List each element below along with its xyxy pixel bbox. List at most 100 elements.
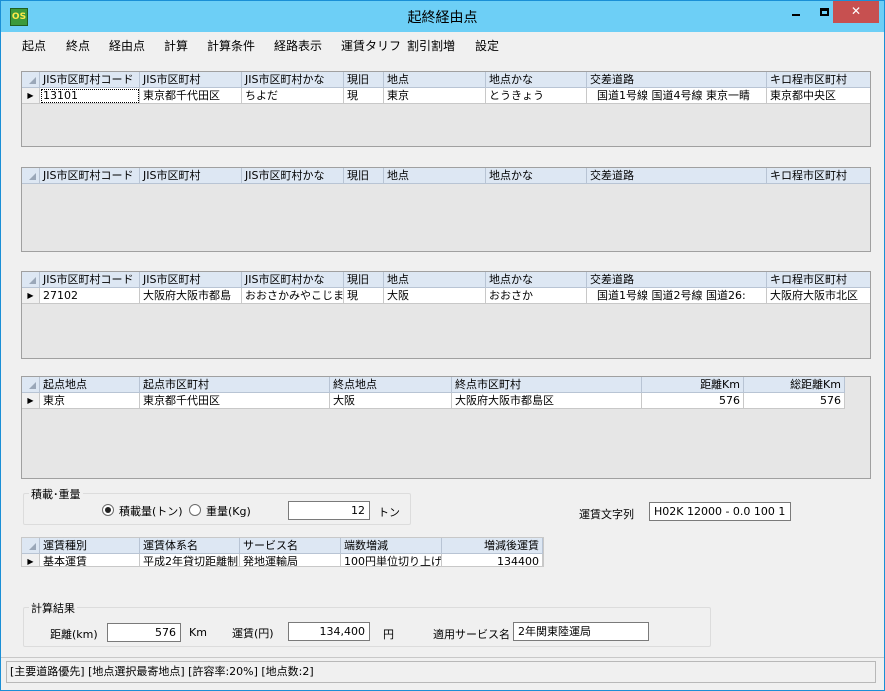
grid-corner: [22, 272, 40, 288]
col-end-municipality[interactable]: 終点市区町村: [452, 377, 642, 393]
cell-end-point[interactable]: 大阪: [330, 393, 452, 409]
col-jis-municipality[interactable]: JIS市区町村: [140, 72, 242, 88]
cell-jis-municipality[interactable]: 大阪府大阪市都島: [140, 288, 242, 304]
cell-point-kana[interactable]: とうきょう: [486, 88, 587, 104]
title-bar[interactable]: OS 起終経由点 ✕: [1, 1, 884, 32]
cell-service-name[interactable]: 発地運輸局: [240, 554, 341, 566]
cell-jis-kana[interactable]: ちよだ: [242, 88, 344, 104]
col-cross-road[interactable]: 交差道路: [587, 168, 767, 184]
cell-jis-municipality[interactable]: 東京都千代田区: [140, 88, 242, 104]
fare-grid[interactable]: 運賃種別 運賃体系名 サービス名 端数増減 増減後運賃 ▶ 基本運賃 平成2年貸…: [21, 537, 544, 567]
cell-point-kana[interactable]: おおさか: [486, 288, 587, 304]
weight-radio[interactable]: [189, 504, 201, 516]
cell-fare-type[interactable]: 基本運賃: [40, 554, 140, 566]
start-point-grid[interactable]: JIS市区町村コード JIS市区町村 JIS市区町村かな 現旧 地点 地点かな …: [21, 71, 871, 147]
col-jis-kana[interactable]: JIS市区町村かな: [242, 72, 344, 88]
col-current-old[interactable]: 現旧: [344, 72, 384, 88]
table-row[interactable]: ▶ 東京 東京都千代田区 大阪 大阪府大阪市都島区 576 576: [22, 393, 845, 409]
col-km-municipality[interactable]: キロ程市区町村: [767, 272, 870, 288]
distance-unit-label: Km: [189, 626, 207, 639]
cell-total-distance[interactable]: 576: [744, 393, 845, 409]
row-selector-icon[interactable]: ▶: [22, 288, 40, 304]
menu-route-display[interactable]: 経路表示: [274, 37, 322, 54]
col-total-distance[interactable]: 総距離Km: [744, 377, 845, 393]
cell-distance[interactable]: 576: [642, 393, 744, 409]
end-point-grid[interactable]: JIS市区町村コード JIS市区町村 JIS市区町村かな 現旧 地点 地点かな …: [21, 271, 871, 359]
col-jis-code[interactable]: JIS市区町村コード: [40, 168, 140, 184]
col-current-old[interactable]: 現旧: [344, 168, 384, 184]
cell-point[interactable]: 東京: [384, 88, 486, 104]
col-service-name[interactable]: サービス名: [240, 538, 341, 554]
route-grid[interactable]: 起点地点 起点市区町村 終点地点 終点市区町村 距離Km 総距離Km ▶ 東京 …: [21, 376, 871, 479]
load-value-input[interactable]: 12: [288, 501, 370, 520]
menu-start-point[interactable]: 起点: [22, 37, 46, 54]
table-row[interactable]: ▶ 13101 東京都千代田区 ちよだ 現 東京 とうきょう 国道1号線 国道4…: [22, 88, 870, 104]
table-row[interactable]: ▶ 27102 大阪府大阪市都島 おおさかみやこじま 現 大阪 おおさか 国道1…: [22, 288, 870, 304]
cell-start-municipality[interactable]: 東京都千代田区: [140, 393, 330, 409]
col-start-point[interactable]: 起点地点: [40, 377, 140, 393]
distance-output[interactable]: 576: [107, 623, 181, 642]
service-name-output[interactable]: 2年関東陸運局: [513, 622, 649, 641]
col-fare-system[interactable]: 運賃体系名: [140, 538, 240, 554]
col-current-old[interactable]: 現旧: [344, 272, 384, 288]
col-km-municipality[interactable]: キロ程市区町村: [767, 168, 870, 184]
col-jis-municipality[interactable]: JIS市区町村: [140, 168, 242, 184]
fare-string-input[interactable]: H02K 12000 - 0.0 100 1: [649, 502, 791, 521]
col-point[interactable]: 地点: [384, 72, 486, 88]
minimize-button[interactable]: [781, 1, 811, 23]
col-rounding[interactable]: 端数増減: [341, 538, 442, 554]
fare-output[interactable]: 134,400: [288, 622, 370, 641]
cell-jis-kana[interactable]: おおさかみやこじま: [242, 288, 344, 304]
row-selector-icon[interactable]: ▶: [22, 393, 40, 409]
cell-fare-system[interactable]: 平成2年貸切距離制: [140, 554, 240, 566]
cell-point[interactable]: 大阪: [384, 288, 486, 304]
menu-fare-tariff[interactable]: 運賃タリフ: [341, 37, 401, 54]
menu-discount-surcharge[interactable]: 割引割増: [407, 37, 455, 54]
menu-calculate[interactable]: 計算: [164, 37, 188, 54]
menu-settings[interactable]: 設定: [475, 37, 499, 54]
cell-rounding[interactable]: 100円単位切り上げ: [341, 554, 442, 566]
col-jis-kana[interactable]: JIS市区町村かな: [242, 168, 344, 184]
col-end-point[interactable]: 終点地点: [330, 377, 452, 393]
col-jis-code[interactable]: JIS市区町村コード: [40, 72, 140, 88]
col-fare-type[interactable]: 運賃種別: [40, 538, 140, 554]
cell-adjusted-fare[interactable]: 134400: [442, 554, 543, 566]
menu-calc-conditions[interactable]: 計算条件: [207, 37, 255, 54]
via-point-grid[interactable]: JIS市区町村コード JIS市区町村 JIS市区町村かな 現旧 地点 地点かな …: [21, 167, 871, 252]
col-point-kana[interactable]: 地点かな: [486, 272, 587, 288]
weight-radio-label[interactable]: 重量(Kg): [206, 503, 251, 519]
col-jis-municipality[interactable]: JIS市区町村: [140, 272, 242, 288]
capacity-radio-label[interactable]: 積載量(トン): [119, 503, 183, 519]
cell-km-municipality[interactable]: 東京都中央区: [767, 88, 870, 104]
col-km-municipality[interactable]: キロ程市区町村: [767, 72, 870, 88]
col-distance[interactable]: 距離Km: [642, 377, 744, 393]
row-selector-icon[interactable]: ▶: [22, 554, 40, 566]
cell-current-old[interactable]: 現: [344, 288, 384, 304]
col-adjusted-fare[interactable]: 増減後運賃: [442, 538, 543, 554]
col-point[interactable]: 地点: [384, 168, 486, 184]
col-point-kana[interactable]: 地点かな: [486, 72, 587, 88]
col-cross-road[interactable]: 交差道路: [587, 272, 767, 288]
grid-header: JIS市区町村コード JIS市区町村 JIS市区町村かな 現旧 地点 地点かな …: [22, 272, 870, 288]
cell-cross-road[interactable]: 国道1号線 国道2号線 国道26:: [587, 288, 767, 304]
cell-jis-code[interactable]: 27102: [40, 288, 140, 304]
col-start-municipality[interactable]: 起点市区町村: [140, 377, 330, 393]
cell-end-municipality[interactable]: 大阪府大阪市都島区: [452, 393, 642, 409]
table-row[interactable]: ▶ 基本運賃 平成2年貸切距離制 発地運輸局 100円単位切り上げ 134400: [22, 554, 543, 566]
col-point-kana[interactable]: 地点かな: [486, 168, 587, 184]
cell-current-old[interactable]: 現: [344, 88, 384, 104]
capacity-radio[interactable]: [102, 504, 114, 516]
close-button[interactable]: ✕: [833, 1, 879, 23]
cell-cross-road[interactable]: 国道1号線 国道4号線 東京一睛: [587, 88, 767, 104]
cell-km-municipality[interactable]: 大阪府大阪市北区: [767, 288, 870, 304]
cell-jis-code[interactable]: 13101: [40, 88, 140, 104]
cell-start-point[interactable]: 東京: [40, 393, 140, 409]
col-jis-kana[interactable]: JIS市区町村かな: [242, 272, 344, 288]
menu-via-point[interactable]: 経由点: [109, 37, 145, 54]
col-point[interactable]: 地点: [384, 272, 486, 288]
row-selector-icon[interactable]: ▶: [22, 88, 40, 104]
menu-end-point[interactable]: 終点: [66, 37, 90, 54]
col-jis-code[interactable]: JIS市区町村コード: [40, 272, 140, 288]
col-cross-road[interactable]: 交差道路: [587, 72, 767, 88]
grid-corner: [22, 168, 40, 184]
